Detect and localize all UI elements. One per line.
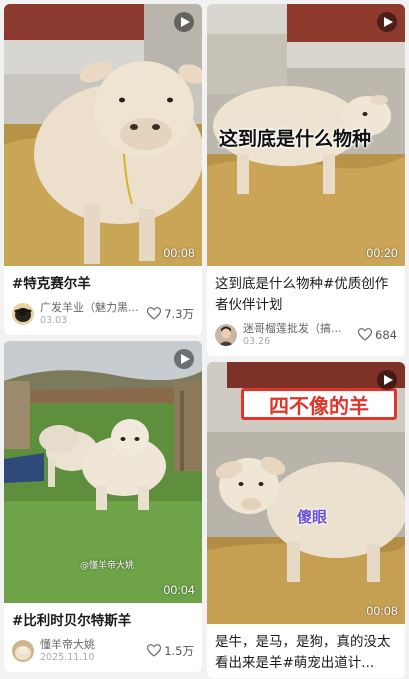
video-duration: 00:20 xyxy=(366,246,398,260)
video-card[interactable]: @懂羊帝大姚 00:04 #比利时贝尔特斯羊 懂羊帝大姚 2025.11.10 xyxy=(4,341,202,672)
video-card[interactable]: 00:08 #特克赛尔羊 广发羊业（魅力黑... 03.03 7.3万 xyxy=(4,4,202,335)
heart-icon xyxy=(147,307,162,320)
like-count: 684 xyxy=(375,327,397,342)
video-thumbnail[interactable]: 这到底是什么物种 00:20 xyxy=(207,4,405,266)
feed-column-right: 这到底是什么物种 00:20 这到底是什么物种#优质创作者伙伴计划 迷哥榴莲批发… xyxy=(207,4,405,679)
like-button[interactable]: 684 xyxy=(358,328,397,342)
heart-icon xyxy=(147,644,162,657)
author-info: 迷哥榴莲批发（搞... 03.26 xyxy=(243,322,354,348)
video-thumbnail[interactable]: @懂羊帝大姚 00:04 xyxy=(4,341,202,603)
like-button[interactable]: 1.5万 xyxy=(147,643,194,659)
video-title[interactable]: 这到底是什么物种#优质创作者伙伴计划 xyxy=(207,266,405,320)
video-thumbnail[interactable]: 00:08 xyxy=(4,4,202,266)
play-icon xyxy=(377,12,397,32)
video-meta: 广发羊业（魅力黑... 03.03 7.3万 xyxy=(4,299,202,335)
avatar[interactable] xyxy=(215,323,237,346)
video-duration: 00:08 xyxy=(366,604,398,618)
video-meta: 迷哥榴莲批发（搞... 03.26 684 xyxy=(207,320,405,356)
feed-column-left: 00:08 #特克赛尔羊 广发羊业（魅力黑... 03.03 7.3万 @懂羊帝… xyxy=(4,4,202,678)
author-info: 广发羊业（魅力黑... 03.03 xyxy=(40,301,143,327)
video-caption-overlay: 这到底是什么物种 xyxy=(219,128,372,150)
video-title[interactable]: #比利时贝尔特斯羊 xyxy=(4,603,202,636)
title-banner: 四不像的羊 xyxy=(241,388,397,420)
video-feed: 00:08 #特克赛尔羊 广发羊业（魅力黑... 03.03 7.3万 @懂羊帝… xyxy=(0,0,409,679)
video-watermark: @懂羊帝大姚 xyxy=(80,561,135,571)
author-name[interactable]: 懂羊帝大姚 xyxy=(40,638,143,651)
play-icon xyxy=(377,370,397,390)
avatar[interactable] xyxy=(12,302,34,325)
post-date: 2025.11.10 xyxy=(40,651,95,663)
author-info: 懂羊帝大姚 2025.11.10 xyxy=(40,638,143,664)
video-card[interactable]: 这到底是什么物种 00:20 这到底是什么物种#优质创作者伙伴计划 迷哥榴莲批发… xyxy=(207,4,405,356)
video-duration: 00:04 xyxy=(163,583,195,597)
avatar[interactable] xyxy=(12,639,34,662)
video-duration: 00:08 xyxy=(163,246,195,260)
like-count: 7.3万 xyxy=(164,306,194,321)
like-count: 1.5万 xyxy=(164,643,194,658)
emoji-caption: 傻眼 xyxy=(297,508,328,526)
play-icon xyxy=(174,349,194,369)
like-button[interactable]: 7.3万 xyxy=(147,306,194,322)
video-thumbnail[interactable]: 四不像的羊 傻眼 00:08 xyxy=(207,362,405,624)
banner-text: 四不像的羊 xyxy=(269,393,369,418)
video-card[interactable]: 四不像的羊 傻眼 00:08 是牛，是马，是狗，真的没太看出来是羊#萌宠出道计.… xyxy=(207,362,405,678)
author-name[interactable]: 迷哥榴莲批发（搞... xyxy=(243,322,354,335)
heart-icon xyxy=(358,328,373,341)
play-icon xyxy=(174,12,194,32)
post-date: 03.26 xyxy=(243,335,271,347)
video-title[interactable]: 是牛，是马，是狗，真的没太看出来是羊#萌宠出道计... xyxy=(207,624,405,678)
sheep-thumbnail-image xyxy=(4,4,202,266)
author-name[interactable]: 广发羊业（魅力黑... xyxy=(40,301,143,314)
post-date: 03.03 xyxy=(40,314,68,326)
video-title[interactable]: #特克赛尔羊 xyxy=(4,266,202,299)
video-meta: 懂羊帝大姚 2025.11.10 1.5万 xyxy=(4,636,202,672)
